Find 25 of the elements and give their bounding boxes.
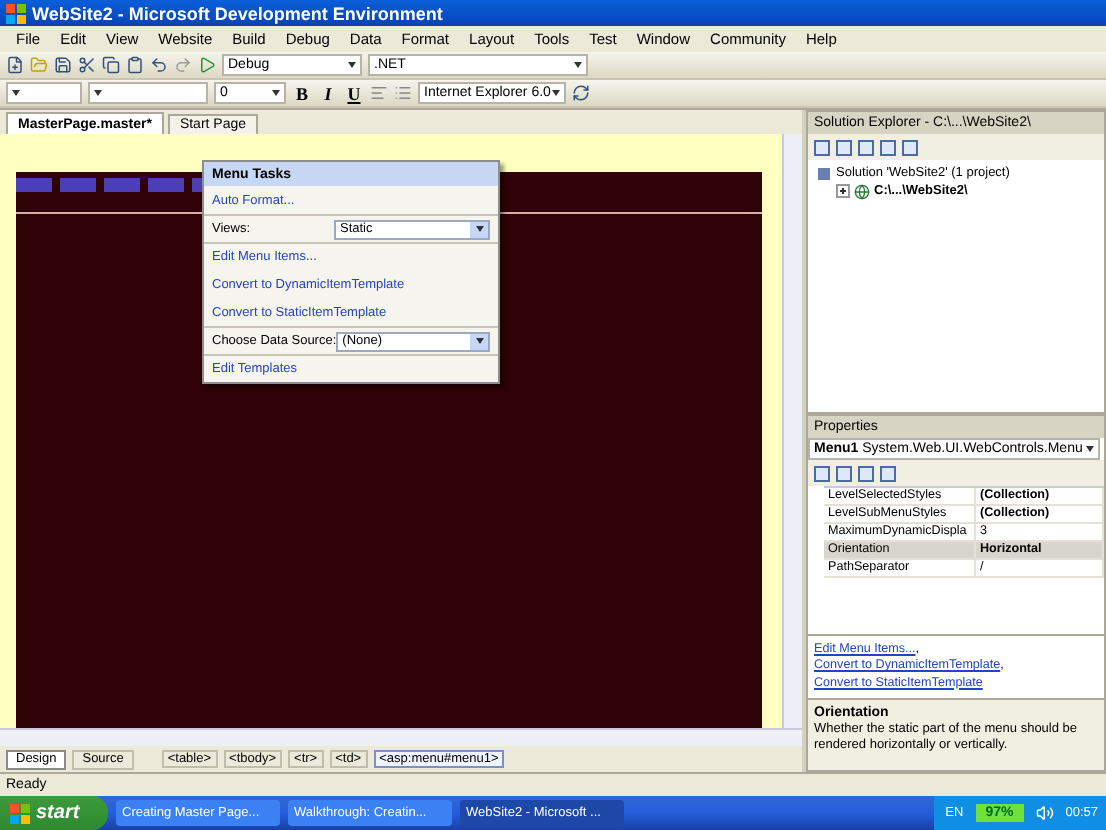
windows-logo-icon [10,803,30,823]
folder-icon[interactable] [30,56,48,74]
speaker-icon[interactable] [1035,804,1054,822]
list-icon[interactable] [394,84,412,102]
menu-control-drawing[interactable] [16,178,204,192]
vertical-scrollbar[interactable] [782,134,802,728]
redo-icon[interactable] [174,56,192,74]
italic-button[interactable]: I [318,83,338,103]
undo-icon[interactable] [150,56,168,74]
scissors-icon[interactable] [78,56,96,74]
title-bar: WebSite2 - Microsoft Development Environment [0,0,1106,26]
windows-logo-icon [6,3,26,23]
bold-button[interactable]: B [292,83,312,103]
new-file-icon[interactable] [6,56,24,74]
start-button[interactable]: start [0,796,108,830]
globe-icon [854,183,870,199]
horizontal-scrollbar[interactable] [0,728,802,746]
refresh-icon[interactable] [572,84,590,102]
clipboard-icon[interactable] [126,56,144,74]
align-left-icon[interactable] [370,84,388,102]
expand-icon[interactable] [836,184,850,198]
save-icon[interactable] [54,56,72,74]
play-icon[interactable] [198,56,216,74]
copy-icon[interactable] [102,56,120,74]
underline-button[interactable]: U [344,83,364,103]
